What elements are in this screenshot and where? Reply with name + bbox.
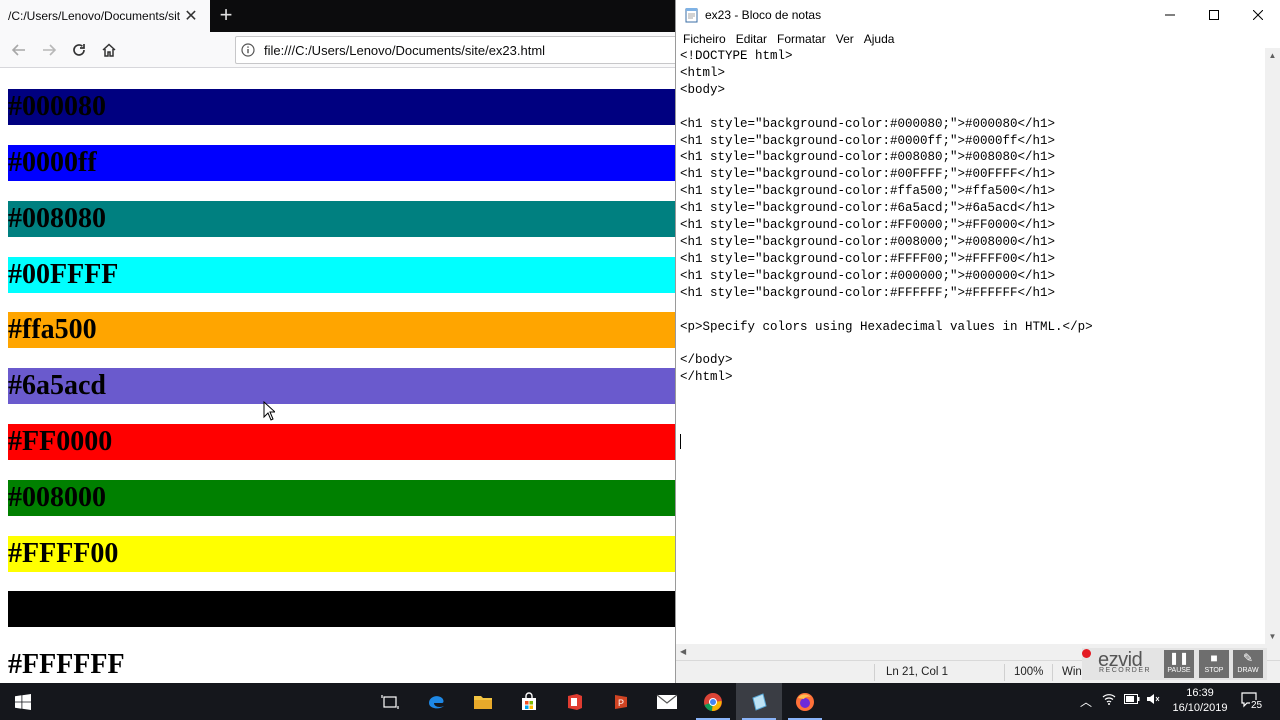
stop-button[interactable]: ■ STOP [1199,650,1229,678]
page-info-icon[interactable] [236,43,260,57]
minimize-icon[interactable] [1148,0,1192,30]
address-bar[interactable]: file:///C:/Users/Lenovo/Documents/site/e… [235,36,680,64]
window-title: ex23 - Bloco de notas [705,8,822,22]
battery-icon[interactable] [1124,693,1140,707]
pause-icon: ❚❚ [1168,651,1190,665]
tab-title: /C:/Users/Lenovo/Documents/site/ex [8,9,180,23]
clock-time: 16:39 [1186,687,1214,699]
scroll-up-icon[interactable]: ▲ [1265,48,1280,63]
close-icon[interactable] [1236,0,1280,30]
color-heading: #FFFF00 [8,536,680,572]
menu-editar[interactable]: Editar [731,32,772,46]
tab-close-icon[interactable]: ✕ [180,6,202,26]
reload-icon[interactable] [64,36,94,64]
show-hidden-icons-icon[interactable]: ︿ [1080,693,1092,710]
notepad-app-icon [685,8,698,23]
chrome-icon[interactable] [690,683,736,720]
forward-arrow-icon[interactable] [34,36,64,64]
wifi-icon[interactable] [1102,693,1116,708]
draw-icon: ✎ [1242,651,1254,665]
text-editor[interactable]: <!DOCTYPE html> <html> <body> <h1 style=… [676,48,1266,644]
volume-muted-icon[interactable] [1146,693,1160,708]
task-view-icon[interactable] [367,683,413,720]
home-icon[interactable] [94,36,124,64]
menu-ficheiro[interactable]: Ficheiro [678,32,731,46]
color-heading: #FF0000 [8,424,680,460]
recording-indicator [1082,649,1091,658]
line-ending: Win [1062,666,1082,678]
navigation-toolbar: file:///C:/Users/Lenovo/Documents/site/e… [0,32,680,68]
url-text: file:///C:/Users/Lenovo/Documents/site/e… [264,42,546,58]
cursor-position: Ln 21, Col 1 [886,666,949,678]
menu-bar: Ficheiro Editar Formatar Ver Ajuda [676,30,1280,48]
pause-label: PAUSE [1167,667,1191,674]
color-heading: #0000ff [8,145,680,181]
clock[interactable]: 16:39 16/10/2019 [1170,686,1230,716]
back-arrow-icon[interactable] [4,36,34,64]
new-tab-icon[interactable]: + [214,2,238,30]
clock-date: 16/10/2019 [1172,702,1228,714]
status-separator [1052,664,1053,681]
notepad-icon[interactable] [736,683,782,720]
notification-count: 25 [1250,700,1264,711]
start-icon[interactable] [0,683,46,720]
office-icon[interactable] [552,683,598,720]
store-icon[interactable] [506,683,552,720]
maximize-icon[interactable] [1192,0,1236,30]
draw-label: DRAW [1237,667,1259,674]
powerpoint-icon[interactable]: P [598,683,644,720]
ezvid-logo-sub: RECORDER [1099,667,1152,674]
stop-icon: ■ [1210,651,1218,665]
color-heading: #FFFFFF [8,647,680,683]
notepad-window: ex23 - Bloco de notas Ficheiro Editar Fo… [675,0,1280,683]
svg-text:P: P [618,698,624,708]
tab-ex23[interactable]: /C:/Users/Lenovo/Documents/site/ex ✕ [0,0,210,32]
firefox-window: /C:/Users/Lenovo/Documents/site/ex ✕ + f… [0,0,680,683]
menu-ajuda[interactable]: Ajuda [859,32,900,46]
firefox-icon[interactable] [782,683,828,720]
color-heading: #6a5acd [8,368,680,404]
stop-label: STOP [1204,667,1224,674]
color-heading: #000000 [8,591,680,627]
menu-ver[interactable]: Ver [831,32,859,46]
pause-button[interactable]: ❚❚ PAUSE [1164,650,1194,678]
text-caret [680,434,681,449]
file-explorer-icon[interactable] [460,683,506,720]
page-content: #000080 #0000ff #008080 #00FFFF #ffa500 #6a5a… [0,68,680,683]
color-heading: #00FFFF [8,257,680,293]
color-heading: #000080 [8,89,680,125]
source-code: <!DOCTYPE html> <html> <body> <h1 style=… [680,49,1093,385]
taskbar: P ︿ 16:39 16/10/2019 25 [0,683,1280,720]
color-heading: #ffa500 [8,312,680,348]
scroll-left-icon[interactable]: ◀ [680,644,686,660]
status-separator [1004,664,1005,681]
status-separator [874,664,875,681]
tab-strip: /C:/Users/Lenovo/Documents/site/ex ✕ + [0,0,680,32]
menu-formatar[interactable]: Formatar [772,32,831,46]
color-heading: #008080 [8,201,680,237]
zoom-level: 100% [1014,666,1044,678]
edge-icon[interactable] [414,683,460,720]
draw-button[interactable]: ✎ DRAW [1233,650,1263,678]
notepad-title-bar[interactable]: ex23 - Bloco de notas [676,0,1280,30]
scroll-down-icon[interactable]: ▼ [1265,629,1280,644]
mail-icon[interactable] [644,683,690,720]
vertical-scrollbar[interactable]: ▲ ▼ [1265,48,1280,644]
color-heading: #008000 [8,480,680,516]
ezvid-recorder-panel: ezvid RECORDER ❚❚ PAUSE ■ STOP ✎ DRAW [1082,648,1267,680]
mouse-cursor-icon [263,401,275,421]
